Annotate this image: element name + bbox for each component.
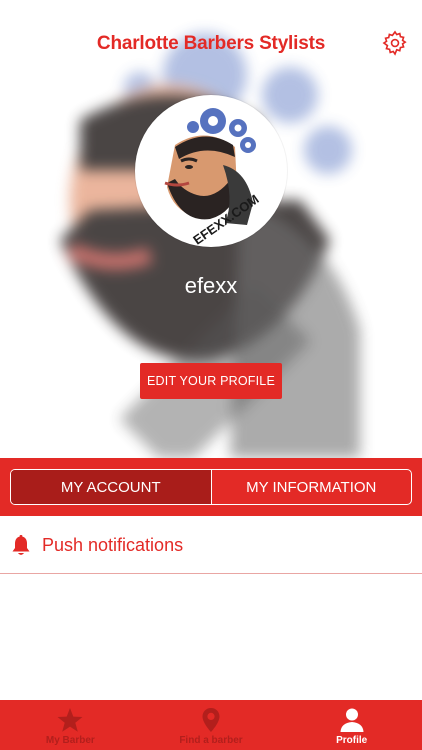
bell-icon — [12, 534, 30, 555]
account-segment-bar: MY ACCOUNT MY INFORMATION — [0, 458, 422, 516]
username: efexx — [184, 273, 238, 298]
avatar[interactable]: EFEXX.COM — [135, 95, 287, 247]
edit-profile-button[interactable]: EDIT YOUR PROFILE — [140, 363, 282, 399]
tab-find-a-barber-label: Find a barber — [179, 735, 243, 746]
tab-profile[interactable]: Profile — [281, 700, 422, 750]
segmented-control: MY ACCOUNT MY INFORMATION — [10, 469, 412, 505]
tab-profile-label: Profile — [336, 735, 368, 746]
push-notifications-label: Push notifications — [42, 535, 184, 555]
app-title: Charlotte Barbers Stylists — [96, 33, 326, 54]
app-header: Charlotte Barbers Stylists — [0, 0, 422, 88]
tab-find-a-barber[interactable]: Find a barber — [141, 700, 282, 750]
tab-my-barber-label: My Barber — [45, 735, 95, 746]
tab-my-account[interactable]: MY ACCOUNT — [11, 470, 211, 504]
map-pin-icon — [202, 708, 220, 732]
avatar-illustration: EFEXX.COM — [164, 108, 262, 247]
list-item-push-notifications[interactable]: Push notifications — [0, 518, 422, 573]
person-icon — [340, 708, 364, 732]
star-icon — [57, 708, 83, 732]
gear-icon[interactable] — [382, 30, 408, 56]
tab-my-information[interactable]: MY INFORMATION — [210, 470, 412, 504]
profile-hero: Charlotte Barbers Stylists EFEXX.COM efe… — [0, 0, 422, 458]
tab-my-barber[interactable]: My Barber — [0, 700, 141, 750]
bottom-tab-bar: My Barber Find a barber Profile — [0, 700, 422, 750]
divider — [0, 573, 422, 574]
